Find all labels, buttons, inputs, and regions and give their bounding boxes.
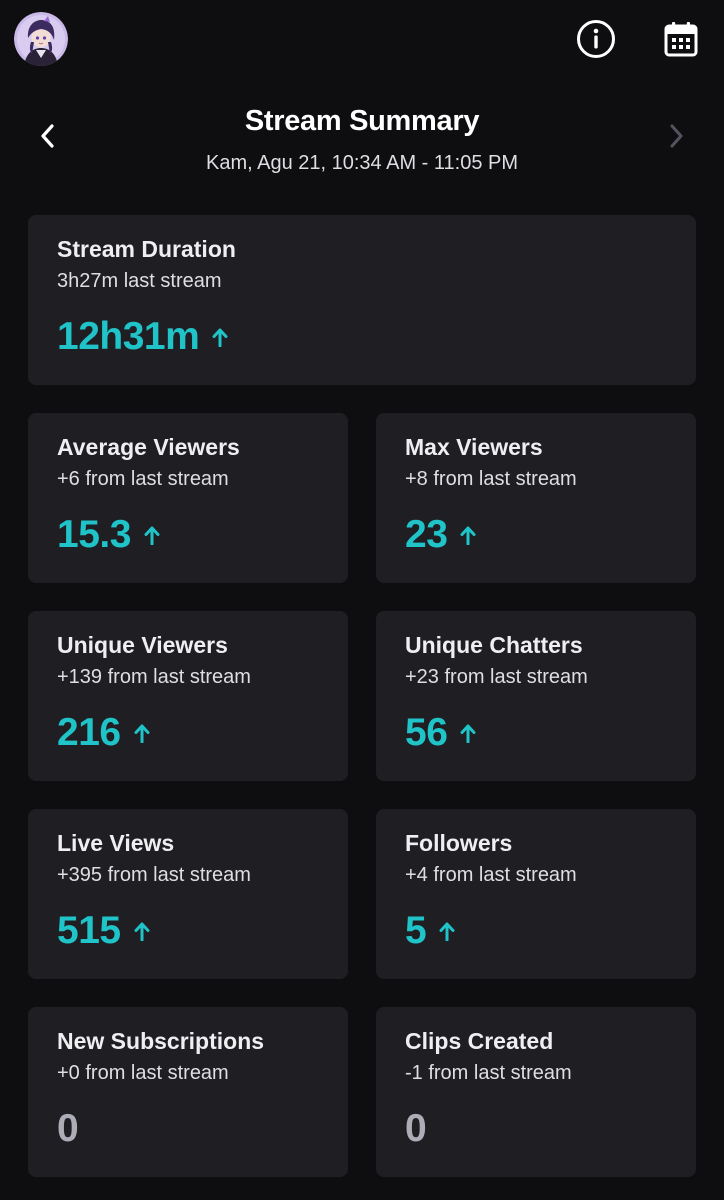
arrow-up-icon: [460, 512, 476, 558]
stat-card-new-subscriptions: New Subscriptions +0 from last stream 0: [28, 1007, 348, 1177]
stat-value: 0: [405, 1107, 427, 1150]
stat-card-max-viewers: Max Viewers +8 from last stream 23: [376, 413, 696, 583]
stat-card-stream-duration: Stream Duration 3h27m last stream 12h31m: [28, 215, 696, 385]
stat-value: 12h31m: [57, 315, 200, 358]
stat-value: 0: [57, 1107, 79, 1150]
top-bar: [0, 0, 724, 80]
stat-comparison: -1 from last stream: [405, 1062, 572, 1084]
stat-title: Live Views: [57, 830, 175, 856]
stat-title: Max Viewers: [405, 434, 543, 460]
info-button[interactable]: [574, 17, 618, 61]
avatar[interactable]: [14, 12, 68, 66]
stat-card-followers: Followers +4 from last stream 5: [376, 809, 696, 979]
stat-value: 5: [405, 909, 427, 952]
stream-date-range: Kam, Agu 21, 10:34 AM - 11:05 PM: [205, 152, 519, 174]
stat-value: 56: [405, 711, 448, 754]
arrow-up-icon: [439, 908, 455, 954]
stat-comparison: +23 from last stream: [405, 666, 588, 688]
stat-comparison: +4 from last stream: [405, 864, 577, 886]
stat-value: 23: [405, 513, 448, 556]
stat-title: Unique Viewers: [57, 632, 228, 658]
page-title: Stream Summary: [244, 105, 480, 137]
stat-card-unique-chatters: Unique Chatters +23 from last stream 56: [376, 611, 696, 781]
stat-comparison: +139 from last stream: [57, 666, 251, 688]
arrow-up-icon: [134, 908, 150, 954]
stat-card-average-viewers: Average Viewers +6 from last stream 15.3: [28, 413, 348, 583]
stat-title: Unique Chatters: [405, 632, 583, 658]
calendar-button[interactable]: [659, 17, 703, 61]
stat-card-live-views: Live Views +395 from last stream 515: [28, 809, 348, 979]
stat-card-clips-created: Clips Created -1 from last stream 0: [376, 1007, 696, 1177]
stat-title: Stream Duration: [57, 236, 236, 262]
next-stream-button[interactable]: [656, 116, 696, 156]
stat-value: 216: [57, 711, 121, 754]
arrow-up-icon: [212, 314, 228, 360]
stat-title: Followers: [405, 830, 513, 856]
stat-value: 515: [57, 909, 121, 952]
stat-title: Clips Created: [405, 1028, 554, 1054]
arrow-up-icon: [460, 710, 476, 756]
info-icon: [577, 20, 615, 58]
stat-comparison: +395 from last stream: [57, 864, 251, 886]
stat-title: Average Viewers: [57, 434, 240, 460]
stat-title: New Subscriptions: [57, 1028, 265, 1054]
summary-header: Stream Summary Kam, Agu 21, 10:34 AM - 1…: [0, 96, 724, 196]
arrow-up-icon: [134, 710, 150, 756]
stat-card-unique-viewers: Unique Viewers +139 from last stream 216: [28, 611, 348, 781]
calendar-icon: [664, 22, 698, 57]
stat-comparison: +0 from last stream: [57, 1062, 229, 1084]
stat-value: 15.3: [57, 513, 131, 556]
stat-comparison: 3h27m last stream: [57, 270, 222, 292]
stat-comparison: +8 from last stream: [405, 468, 577, 490]
chevron-right-icon: [670, 124, 683, 148]
stat-comparison: +6 from last stream: [57, 468, 229, 490]
arrow-up-icon: [144, 512, 160, 558]
